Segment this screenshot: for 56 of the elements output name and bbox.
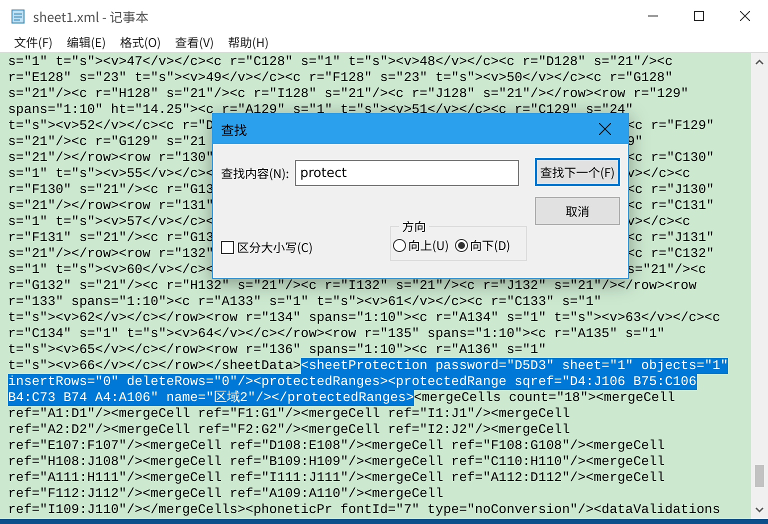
text-line: ref="F112:J112"/><mergeCell ref="A109:A110"/><mergeCell — [8, 486, 444, 502]
field-label: 查找内容(N): — [221, 164, 290, 182]
text-line: s="1" t="s"><v>47</v></c><c r="C128" s="1" t="s"><v>48</v></c><c r="D128" s="21"/><c — [8, 54, 673, 70]
radio-button[interactable] — [454, 239, 468, 252]
radio-label: 向下(D) — [470, 237, 510, 254]
text-line: spans="1:10" ht="14.25"><c r="A129" s="1" t="s"><v>51</v></c><c r="C129" s="24" — [8, 102, 634, 118]
text-line: r="F130" s="21"/><c r="G13 — [8, 182, 214, 198]
text-line: s="21"/></row><row r="132" — [8, 246, 214, 262]
text-line: v></c><c — [627, 214, 690, 230]
scroll-up-icon[interactable] — [755, 59, 764, 65]
text-line: ref="A2:D2"/><mergeCell ref="F2:G2"/><mergeCell ref="I2:J2"/><mergeCell — [8, 422, 570, 438]
text-line: t="s"><v>66</v></c></row></sheetData><sheetProtection password="D5D3" sheet="1" objects="1" — [8, 358, 728, 374]
menu-item[interactable]: 编辑(E) — [60, 34, 113, 50]
text-line: ref="A1:D1"/><mergeCell ref="F1:G1"/><mergeCell ref="I1:J1"/><mergeCell — [8, 406, 570, 422]
text-line: s="21"/><c r="G129" s="21 — [8, 134, 206, 150]
text-line: v></c><c — [627, 166, 690, 182]
scroll-thumb[interactable] — [755, 465, 764, 487]
scrollbar[interactable] — [751, 53, 768, 519]
cancel-button[interactable]: 取消 — [535, 197, 620, 225]
checkbox-label: 区分大小写(C) — [237, 239, 313, 256]
text-line: ref="E107:F107"/><mergeCell ref="D108:E108"/><mergeCell ref="F108:G108"/><mergeCell — [8, 438, 665, 454]
close-icon — [740, 11, 750, 21]
maximize-icon — [694, 11, 704, 21]
text-line: s="21"/><c r="H128" s="21"/><c r="I128" s="21"/><c r="J128" s="21"/></row><row r="129" — [8, 86, 689, 102]
menu-item[interactable]: 帮助(H) — [220, 34, 276, 50]
text-line: s="1" t="s"><v>55</v></c>< — [8, 166, 214, 182]
notepad-icon — [10, 8, 26, 24]
text-line: s="1" t="s"><v>60</v></c>< — [8, 262, 214, 278]
text-line: r="G132" s="21"/><c r="H132" s="21"/><c r="I132" s="21"/><c r="J132" s="21"/></row><row — [8, 278, 696, 294]
find-next-button[interactable]: 查找下一个(F) — [535, 158, 620, 186]
window-title: sheet1.xml - 记事本 — [33, 6, 149, 26]
text-line: ref="H108:J108"/><mergeCell ref="B109:H109"/><mergeCell ref="C110:H110"/><mergeCell — [8, 454, 665, 470]
menu-item[interactable]: 查看(V) — [168, 34, 221, 50]
menu-item[interactable]: 格式(O) — [112, 34, 168, 50]
text-line: ref="I109:J110"/></mergeCells><phoneticPr fontId="7" type="noConversion"/><dataValidations — [8, 502, 720, 518]
text-line: s="21"/></row><row r="130" — [8, 150, 214, 166]
text-line: s="21"/><c — [627, 262, 706, 278]
group-title: 方向 — [401, 218, 428, 235]
text-line: r="133" spans="1:10"><c r="A133" s="1" t="s"><v>61</v></c><c r="C133" s="1" — [8, 294, 602, 310]
close-icon — [599, 123, 611, 135]
text-line: t="s"><v>62</v></c></row><row r="134" spans="1:10"><c r="A134" s="1" t="s"><v>63</v></c><c — [8, 310, 720, 326]
scroll-down-icon[interactable] — [755, 507, 764, 513]
text-line: r="E128" s="23" t="s"><v>49</v></c><c r="F128" s="23" t="s"><v>50</v></c><c r="G128" — [8, 70, 673, 86]
text-line: B4:C73 B74 A4:A106" name="区域2"/></protectedRanges><mergeCells count="18"><mergeCell — [8, 390, 676, 406]
radio-button[interactable] — [393, 239, 406, 252]
text-line: s="21"/></row><row r="131" — [8, 198, 214, 214]
checkbox[interactable] — [221, 241, 234, 254]
radio-label: 向上(U) — [408, 237, 449, 254]
find-field[interactable]: protect — [295, 160, 520, 186]
menu-item[interactable]: 文件(F) — [7, 34, 60, 50]
dialog-title: 查找 — [221, 120, 248, 138]
text-line: s="1" t="s"><v>57</v></c>< — [8, 214, 214, 230]
text-line: ref="A111:H111"/><mergeCell ref="I111:J111"/><mergeCell ref="A112:D112"/><mergeCell — [8, 470, 665, 486]
text-line: t="s"><v>65</v></c></row><row r="136" spans="1:10"><c r="A136" s="1" — [8, 342, 546, 358]
text-line: r="F131" s="21"/><c r="G13 — [8, 230, 214, 246]
text-line: r="C134" s="1" t="s"><v>64</v></c></row><row r="135" spans="1:10"><c r="A135" s="1" — [8, 326, 665, 342]
